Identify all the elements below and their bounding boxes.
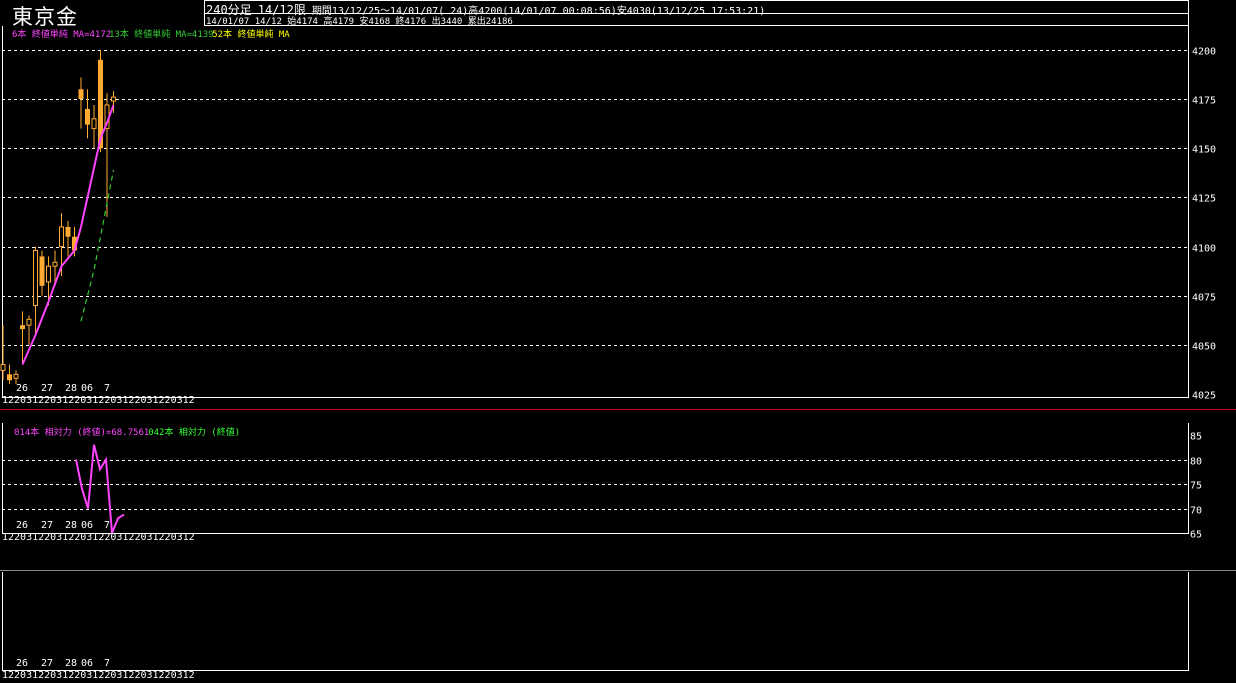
lower-time-label: 12203122031220312203122031220312 [2,670,195,681]
rsi-axis-tick-label: 75 [1190,481,1202,492]
price-date-label: 26 [16,383,28,394]
price-date-label: 27 [41,383,53,394]
lower-date-label: 06 [81,658,93,669]
price-axis-tick-label: 4125 [1192,194,1216,205]
price-axis-tick-label: 4150 [1192,145,1216,156]
candle-body-up [52,261,58,267]
chart-svg: 4025 4050 4075 4100 4125 4150 4175 4200 6本 終値単純 … [0,0,1236,681]
candle-body-up [91,118,97,130]
candle-body-down [65,226,71,237]
candle-body-up [111,96,116,102]
price-axis-tick-label: 4100 [1192,244,1216,255]
candle-body-down [78,89,84,100]
rsi-axis-tick-label: 65 [1190,530,1202,541]
price-axis-tick-label: 4075 [1192,293,1216,304]
lower-date-label: 27 [41,658,53,669]
candle-body-down [7,374,12,381]
lower-date-label: 26 [16,658,28,669]
rsi-date-label: 7 [104,520,110,531]
rsi-legend-item: 014本 相対力 (終値)=68.7561 [14,426,149,438]
rsi-axis-tick-label: 70 [1190,506,1202,517]
candle-body-up [46,265,51,283]
ma13-line [80,169,115,322]
price-date-label: 06 [81,383,93,394]
rsi-date-label: 28 [65,520,77,531]
candle-body-down [20,325,25,330]
price-axis-tick-label: 4200 [1192,47,1216,58]
price-legend-item: 6本 終値単純 MA=4172 [12,28,111,40]
rsi-axis-tick-label: 80 [1190,457,1202,468]
candle-body-up [33,249,38,307]
rsi-date-label: 26 [16,520,28,531]
rsi-date-label: 06 [81,520,93,531]
candle-body-up [0,364,6,371]
price-date-label: 7 [104,383,110,394]
price-legend-item: 52本 終値単純 MA [212,28,290,40]
candle-body-down [39,256,45,286]
rsi-axis-tick-label: 85 [1190,432,1202,443]
price-axis-tick-label: 4050 [1192,342,1216,353]
rsi-legend-item: 042本 相対力 (終値) [148,426,240,438]
price-axis-tick-label: 4025 [1192,391,1216,402]
candle-body-up [26,318,32,326]
lower-date-label: 7 [104,658,110,669]
price-legend-item: 13本 終値単純 MA=4139 [109,28,214,40]
price-axis-tick-label: 4175 [1192,96,1216,107]
lower-date-label: 28 [65,658,77,669]
rsi-date-label: 27 [41,520,53,531]
candle-body-down [85,108,90,125]
price-time-label: 12203122031220312203122031220312 [2,395,195,406]
price-date-label: 28 [65,383,77,394]
candle-body-up [59,226,64,248]
rsi-time-label: 12203122031220312203122031220312 [2,532,195,543]
candle-body-up [13,373,19,379]
